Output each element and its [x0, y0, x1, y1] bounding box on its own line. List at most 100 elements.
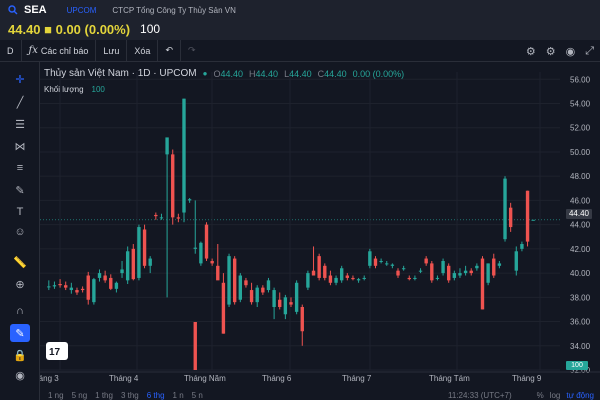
time-tick-3: Tháng 6 — [262, 374, 292, 383]
price-tick-7: 42.00 — [570, 245, 591, 254]
candle-body-40 — [272, 290, 276, 308]
price-tick-2: 52.00 — [570, 124, 591, 133]
search-icon[interactable] — [8, 5, 18, 15]
interval-button[interactable]: D — [0, 39, 22, 62]
volume-label: Khối lượng — [44, 85, 84, 94]
scale-options: % log tự động — [537, 391, 594, 400]
emoji-icon[interactable]: ☺ — [10, 223, 30, 241]
candle-body-20 — [159, 217, 164, 219]
undo-button[interactable]: ↶ — [158, 39, 181, 62]
gear-icon[interactable]: ⚙ — [526, 45, 536, 58]
toolbar-right: ⚙ ⚙ ◉ ⤢ — [526, 40, 600, 62]
eye-icon[interactable]: ◉ — [10, 366, 30, 384]
candle-body-25 — [187, 199, 192, 201]
range-2[interactable]: 1 thg — [95, 391, 113, 400]
candle-body-36 — [249, 290, 254, 303]
price-tick-6: 44.00 — [570, 221, 591, 230]
zoom-icon[interactable]: ⊕ — [10, 275, 30, 293]
range-3[interactable]: 3 thg — [121, 391, 139, 400]
price-tick-9: 38.00 — [570, 293, 591, 302]
last-price-tag: 44.40 — [566, 209, 592, 219]
candle-body-64 — [407, 277, 411, 280]
lock-icon[interactable]: 🔒 — [10, 346, 30, 364]
range-4[interactable]: 6 thg — [147, 391, 165, 400]
candle-body-0 — [47, 286, 51, 288]
range-6[interactable]: 5 n — [192, 391, 203, 400]
trendline-icon[interactable]: ╱ — [10, 93, 30, 111]
range-1[interactable]: 5 ng — [72, 391, 88, 400]
percent-toggle[interactable]: % — [537, 391, 544, 400]
candle-body-79 — [492, 258, 496, 276]
range-0[interactable]: 1 ng — [48, 391, 64, 400]
candle-body-61 — [390, 264, 395, 266]
candle-body-39 — [266, 280, 271, 291]
candle-body-47 — [311, 270, 316, 276]
price-tick-8: 40.00 — [570, 269, 591, 278]
time-tick-2: Tháng Năm — [184, 374, 226, 383]
save-button[interactable]: Lưu — [96, 39, 128, 62]
legend-title: Thủy sản Việt Nam · 1D · UPCOM — [44, 68, 197, 79]
auto-toggle[interactable]: tự động — [566, 391, 594, 400]
indicators-button[interactable]: ƒx Các chỉ báo — [22, 39, 97, 62]
header-volume: 100 — [140, 22, 161, 36]
pattern-icon[interactable]: ⋈ — [10, 137, 30, 155]
candle-body-51 — [334, 277, 338, 283]
price-line: 44.40 ■ 0.00 (0.00%) — [8, 21, 131, 37]
text-icon[interactable]: T — [10, 203, 30, 221]
candle-body-7 — [86, 275, 90, 300]
magnet-icon[interactable]: ∩ — [10, 302, 30, 320]
candle-body-82 — [508, 207, 513, 228]
candle-body-52 — [340, 268, 344, 281]
time-tick-0: tháng 3 — [40, 374, 59, 383]
horizontal-lines-icon[interactable]: ☰ — [10, 115, 30, 133]
candle-body-43 — [289, 302, 293, 305]
candle-body-27 — [199, 242, 203, 264]
candle-body-56 — [362, 277, 366, 279]
chart-legend: Thủy sản Việt Nam · 1D · UPCOM ● O44.40 … — [44, 68, 404, 79]
exchange: UPCOM — [66, 5, 97, 15]
candle-body-74 — [463, 270, 468, 274]
legend-o-label: O — [213, 68, 221, 79]
legend-o: 44.40 — [220, 68, 244, 79]
candle-body-34 — [238, 275, 242, 300]
quote-row-1: SEA UPCOM CTCP Tổng Công Ty Thủy Sản VN — [8, 3, 236, 17]
log-toggle[interactable]: log — [550, 391, 561, 400]
price-tick-1: 54.00 — [570, 99, 591, 108]
price-chart[interactable]: 56.00 54.00 52.00 50.00 48.00 46.00 44.00 42.00… — [40, 62, 600, 400]
legend-dot-icon: ● — [202, 69, 208, 78]
candle-body-28 — [204, 224, 209, 259]
delete-button[interactable]: Xóa — [127, 39, 159, 62]
candle-body-50 — [328, 275, 333, 283]
legend-c: 44.40 — [324, 68, 347, 79]
candle-body-57 — [368, 251, 372, 266]
legend-l: 44.40 — [289, 68, 312, 79]
candle-body-30 — [216, 265, 220, 281]
stay-drawing-icon[interactable]: ✎ — [10, 324, 30, 342]
price-tick-10: 36.00 — [570, 318, 591, 327]
candle-body-55 — [356, 279, 361, 281]
tv-logo-text: 17 — [49, 347, 61, 358]
candle-body-21 — [165, 137, 169, 155]
price-tick-0: 56.00 — [570, 75, 591, 84]
time-axis: tháng 3 Tháng 4 Tháng Năm Tháng 6 Tháng 7 Thá… — [40, 371, 600, 383]
legend-h: 44.40 — [255, 68, 279, 79]
range-5[interactable]: 1 n — [173, 391, 184, 400]
brush-icon[interactable]: ✎ — [10, 181, 30, 199]
candle-body-60 — [385, 263, 389, 265]
settings-icon[interactable]: ⚙ — [546, 45, 556, 58]
camera-icon[interactable]: ◉ — [566, 45, 576, 58]
candle-body-85 — [525, 190, 530, 242]
ruler-icon[interactable]: 📏 — [10, 253, 30, 271]
time-tick-4: Tháng 7 — [342, 374, 372, 383]
candle-body-8 — [92, 279, 96, 303]
fx-icon: ƒx — [28, 45, 38, 56]
crosshair-icon[interactable]: ✛ — [10, 70, 30, 88]
fullscreen-icon[interactable]: ⤢ — [585, 45, 594, 58]
time-tick-1: Tháng 4 — [109, 374, 139, 383]
redo-button[interactable]: ↷ — [181, 40, 203, 62]
candle-body-42 — [283, 297, 288, 315]
candle-body-23 — [176, 217, 181, 219]
price-axis: 56.00 54.00 52.00 50.00 48.00 46.00 44.00 42.00… — [570, 75, 591, 375]
symbol[interactable]: SEA — [24, 4, 47, 16]
fib-icon[interactable]: ≡ — [10, 159, 30, 177]
